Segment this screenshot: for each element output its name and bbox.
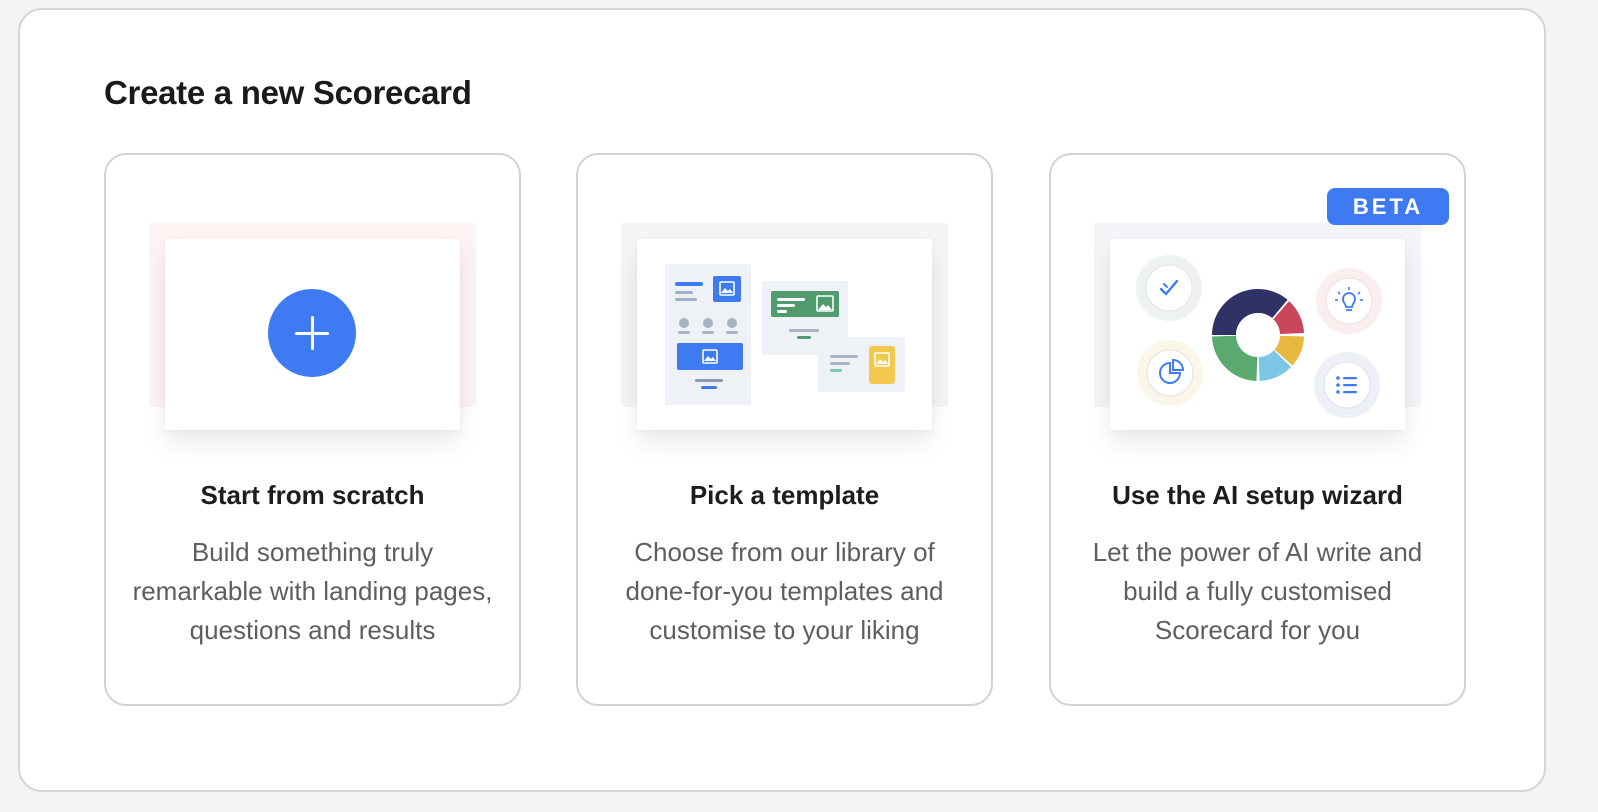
card-description: Let the power of AI write and build a fu… <box>1092 537 1423 645</box>
illustration-frame <box>637 239 932 430</box>
card-title: Start from scratch <box>200 480 425 510</box>
card-description: Choose from our library of done-for-you … <box>625 537 944 645</box>
card-title: Use the AI setup wizard <box>1112 480 1403 510</box>
create-scorecard-panel: Create a new Scorecard Start from scratc… <box>18 8 1546 792</box>
template-illustration-icon <box>665 264 905 405</box>
illustration-frame <box>1110 239 1405 430</box>
ai-wizard-illustration-icon <box>1136 255 1382 418</box>
ai-setup-wizard-card[interactable]: BETA Use the AI setup wizard Let the pow… <box>1049 153 1466 706</box>
illustration-frame <box>165 239 460 430</box>
card-title: Pick a template <box>689 480 880 510</box>
card-description: Build something truly remarkable with la… <box>132 537 493 645</box>
pick-a-template-card[interactable]: Pick a template Choose from our library … <box>576 153 993 706</box>
plus-icon[interactable] <box>268 289 356 377</box>
page-title: Create a new Scorecard <box>104 74 472 111</box>
beta-badge: BETA <box>1327 188 1449 225</box>
start-from-scratch-card[interactable]: Start from scratch Build something truly… <box>104 153 521 706</box>
